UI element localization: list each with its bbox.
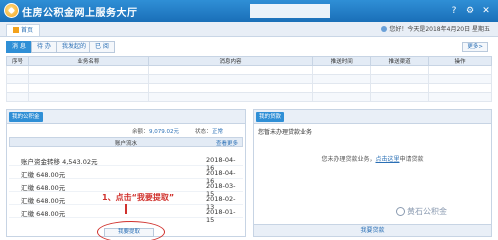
close-icon[interactable]: ✕ xyxy=(480,5,492,17)
instruction-annotation: 1、点击“我要提取” xyxy=(102,193,175,202)
fund-panel: 我的公积金 余额： 9,079.02元 状态： 正常 账户流水 查看更多 账户资… xyxy=(6,109,246,240)
flow-header: 账户流水 查看更多 xyxy=(9,137,243,147)
column-header: 消息内容 xyxy=(147,56,314,66)
loan-empty-text: 您未办理贷款业务， xyxy=(321,156,376,163)
user-greeting: 您好！今天是2018年4月20日 星期五 xyxy=(381,25,490,34)
flow-desc: 账户资金转移 4,543.02元 xyxy=(21,158,98,166)
column-header: 序号 xyxy=(6,56,29,66)
header-banner-area xyxy=(250,4,330,18)
loan-empty-message: 您未办理贷款业务，点击这里申请贷款 xyxy=(254,154,491,163)
tab-todo[interactable]: 待 办 xyxy=(31,41,57,53)
flow-desc: 汇缴 648.00元 xyxy=(21,197,66,205)
column-header: 推送时间 xyxy=(312,56,372,66)
withdraw-button[interactable]: 我要提取 xyxy=(104,228,154,237)
annotation-arrow-icon xyxy=(125,204,127,214)
tab-read[interactable]: 已 阅 xyxy=(89,41,115,53)
table-row xyxy=(6,92,492,102)
status-value: 正常 xyxy=(212,129,224,135)
nav-bar: 首页 您好！今天是2018年4月20日 星期五 xyxy=(0,22,498,37)
tab-messages[interactable]: 消 息 xyxy=(6,41,32,53)
loan-title: 您暂未办理贷款业务 xyxy=(258,129,313,136)
column-header: 业务名称 xyxy=(27,56,149,66)
wechat-icon xyxy=(396,207,405,216)
list-item: 汇缴 648.00元 2018-04-16 xyxy=(9,166,243,185)
table-row xyxy=(6,65,492,75)
table-row xyxy=(6,83,492,93)
status-label: 状态： xyxy=(195,129,212,135)
column-header: 推送渠道 xyxy=(370,56,430,66)
more-messages-button[interactable]: 更多> xyxy=(462,42,488,52)
table-row xyxy=(6,74,492,84)
flow-desc: 汇缴 648.00元 xyxy=(21,171,66,179)
tab-home[interactable]: 首页 xyxy=(6,24,41,36)
flow-title: 账户流水 xyxy=(114,141,137,147)
flow-date: 2018-01-15 xyxy=(206,208,236,224)
flow-desc: 汇缴 648.00元 xyxy=(21,184,66,192)
message-table: 序号 业务名称 消息内容 推送时间 推送渠道 操作 xyxy=(6,56,492,102)
tab-home-label: 首页 xyxy=(21,27,34,34)
balance-label: 余额： xyxy=(132,129,149,135)
loan-panel-tag: 我的贷款 xyxy=(256,112,285,122)
tab-initiated[interactable]: 我发起的 xyxy=(56,41,93,53)
loan-panel-header: 我的贷款 xyxy=(254,110,491,124)
user-greeting-text: 您好！今天是2018年4月20日 星期五 xyxy=(389,26,490,33)
apply-loan-button[interactable]: 我要贷款 xyxy=(254,224,491,236)
fund-summary: 余额： 9,079.02元 状态： 正常 xyxy=(7,126,245,136)
help-icon[interactable]: ? xyxy=(448,5,460,17)
loan-panel: 我的贷款 您暂未办理贷款业务 您未办理贷款业务，点击这里申请贷款 我要贷款 xyxy=(253,109,492,237)
settings-icon[interactable]: ⚙ xyxy=(464,5,476,17)
watermark: 黄石公积金 xyxy=(396,206,447,217)
fund-panel-header: 我的公积金 xyxy=(7,110,245,124)
site-title: 住房公积金网上服务大厅 xyxy=(22,8,138,19)
column-header: 操作 xyxy=(428,56,492,66)
user-icon xyxy=(381,26,388,32)
table-header-row: 序号 业务名称 消息内容 推送时间 推送渠道 操作 xyxy=(6,56,492,66)
app-header: 住房公积金网上服务大厅 ? ⚙ ✕ xyxy=(0,0,498,22)
logo-icon xyxy=(4,3,19,18)
watermark-text: 黄石公积金 xyxy=(407,207,447,216)
home-icon xyxy=(13,27,19,33)
loan-empty-suffix: 申请贷款 xyxy=(399,156,424,163)
apply-loan-link[interactable]: 点击这里 xyxy=(375,156,399,163)
list-item: 汇缴 648.00元 2018-03-15 xyxy=(9,179,243,198)
flow-more-link[interactable]: 查看更多 xyxy=(216,139,238,147)
flow-desc: 汇缴 648.00元 xyxy=(21,210,66,218)
fund-panel-tag: 我的公积金 xyxy=(9,112,43,122)
list-item: 账户资金转移 4,543.02元 2018-04-16 xyxy=(9,153,243,172)
balance-value: 9,079.02元 xyxy=(149,129,179,135)
